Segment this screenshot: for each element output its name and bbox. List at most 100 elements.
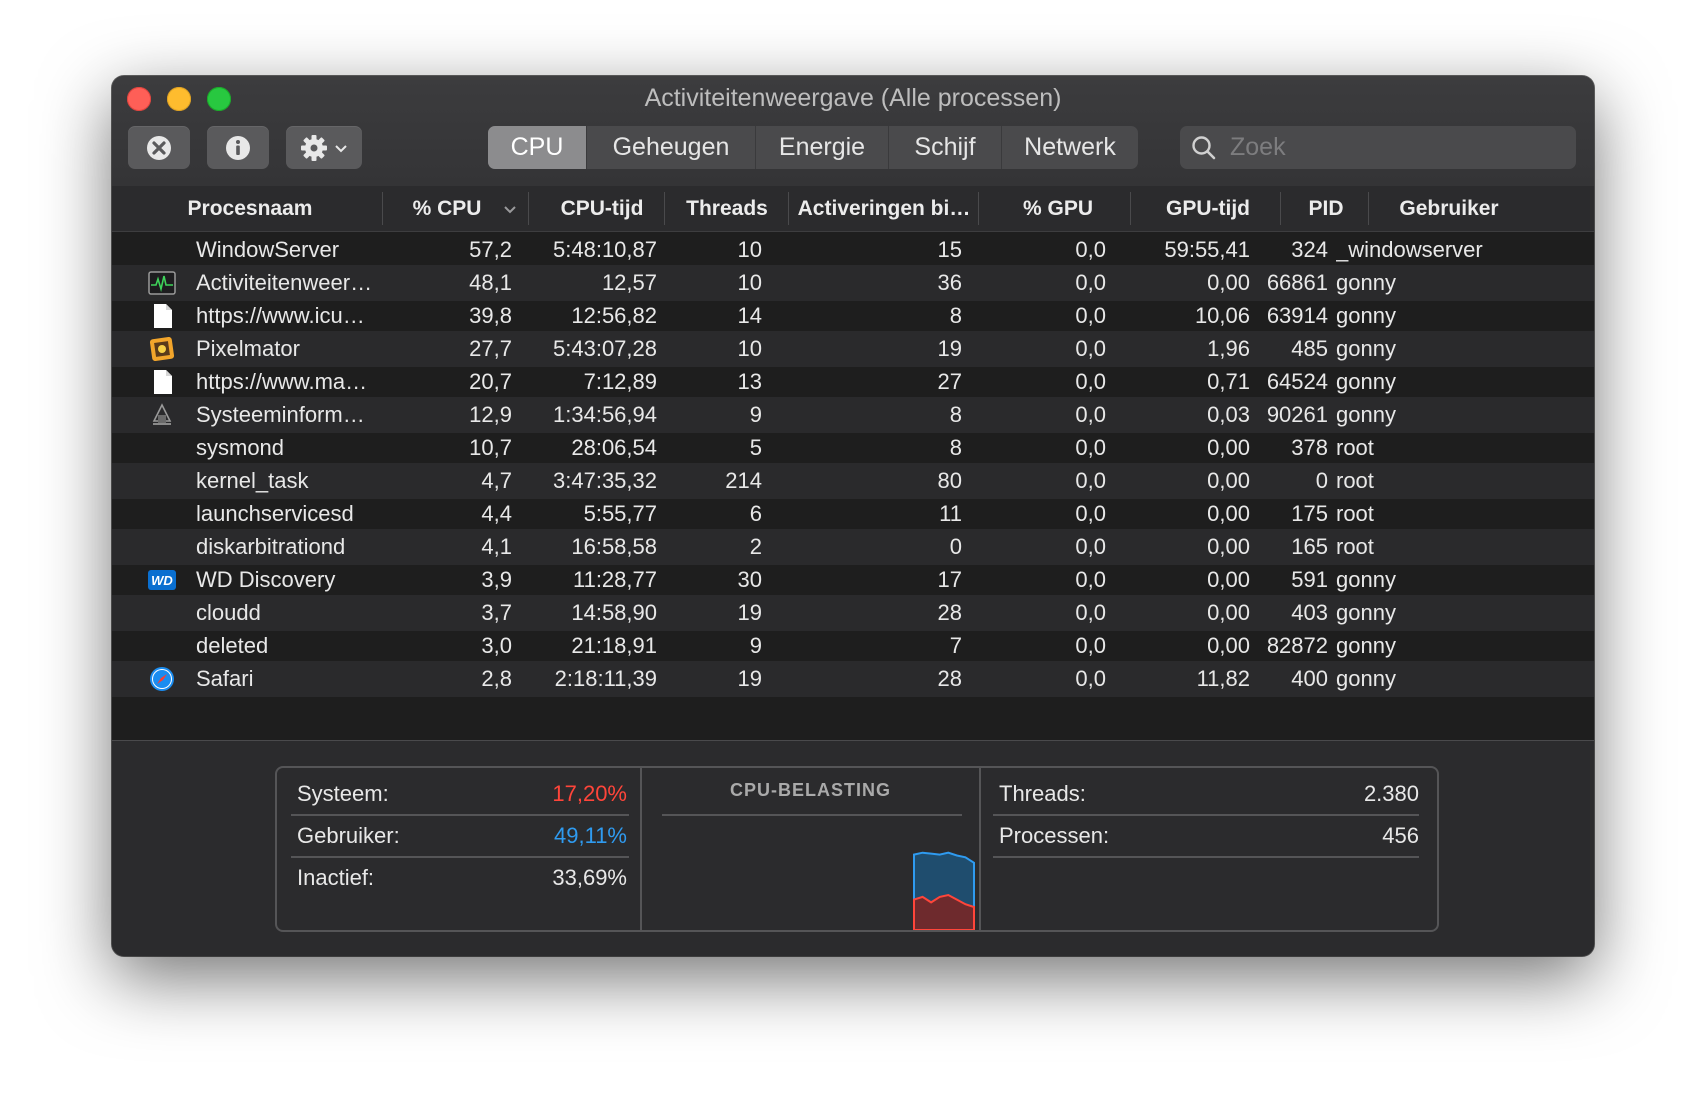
tab-network[interactable]: Netwerk [1002,126,1138,169]
cell-threads: 10 [737,270,762,295]
cell-gpu-time: 10,06 [1194,303,1250,328]
column-threads[interactable]: Threads [672,186,782,231]
column-wakeups[interactable]: Activeringen bi… [788,186,980,231]
cell-user: root [1336,501,1374,526]
cell-process-name: Systeeminform… [196,402,365,427]
table-row[interactable]: Pixelmator 27,7 5:43:07,28 10 19 0,0 1,96 485 go… [112,331,1594,367]
cell-pid: 90261 [1266,402,1328,427]
table-row[interactable]: diskarbitrationd 4,1 16:58,58 2 0 0,0 0,00 165 r… [112,529,1594,565]
cell-user: _windowserver [1336,237,1483,262]
stat-threads-value: 2.380 [1363,781,1419,806]
cell-process-name: diskarbitrationd [196,534,346,559]
activity-monitor-window: Activiteitenweergave (Alle processen) CP… [112,76,1594,956]
actions-menu-button[interactable] [286,126,362,169]
cell-pid: 591 [1291,567,1328,592]
table-row[interactable]: launchservicesd 4,4 5:55,77 6 11 0,0 0,00 175 ro… [112,496,1594,532]
cell-cpu-time: 16:58,58 [571,534,657,559]
cell-threads: 19 [737,600,762,625]
table-row[interactable]: sysmond 10,7 28:06,54 5 8 0,0 0,00 378 root [112,430,1594,466]
stop-process-icon [147,135,171,160]
cell-gpu-time: 1,96 [1207,336,1250,361]
stat-system-value: 17,20% [552,781,627,806]
cell-process-name: Pixelmator [196,336,300,361]
cell-process-name: deleted [196,633,269,658]
cell-threads: 30 [737,567,762,592]
document-icon [154,304,172,328]
cell-pid: 175 [1291,501,1328,526]
search-field[interactable] [1180,126,1576,169]
cell-cpu-percent: 3,0 [481,633,512,658]
column-user[interactable]: Gebruiker [1374,186,1524,231]
stop-process-button[interactable] [128,126,190,169]
tab-disk[interactable]: Schijf [889,126,1002,169]
cell-process-name: WD Discovery [196,567,336,592]
cell-gpu-percent: 0,0 [1075,270,1106,295]
table-row[interactable]: kernel_task 4,7 3:47:35,32 214 80 0,0 0,00 0 roo… [112,463,1594,499]
cell-gpu-percent: 0,0 [1075,336,1106,361]
stat-system-label: Systeem: [297,781,389,806]
window-title: Activiteitenweergave (Alle processen) [644,84,1062,112]
document-icon [154,370,172,394]
cell-process-name: kernel_task [196,468,309,493]
cpu-summary-panel: Systeem: 17,20% Gebruiker: 49,11% Inacti… [275,766,1439,932]
table-row[interactable]: Systeeminform… 12,9 1:34:56,94 9 8 0,0 0,03 902… [112,397,1594,433]
cell-cpu-time: 7:12,89 [583,369,657,394]
cell-threads: 10 [737,336,762,361]
search-icon [1192,135,1216,159]
cell-cpu-percent: 57,2 [469,237,512,262]
tab-memory[interactable]: Geheugen [587,126,756,169]
tab-energy[interactable]: Energie [756,126,889,169]
cell-threads: 5 [749,435,762,460]
cell-pid: 485 [1291,336,1328,361]
cell-cpu-percent: 27,7 [469,336,512,361]
view-tabs: CPU Geheugen Energie Schijf Netwerk [488,126,1138,169]
cell-cpu-time: 3:47:35,32 [553,468,657,493]
cell-process-name: https://www.icu… [196,303,365,328]
table-row[interactable]: Activiteitenweer… 48,1 12,57 10 36 0,0 0,00 668… [112,265,1594,301]
cell-cpu-time: 5:43:07,28 [553,336,657,361]
table-row[interactable]: WD WD Discovery 3,9 11:28,77 30 17 0,0 0,00 591 g… [112,562,1594,598]
column-pid[interactable]: PID [1284,186,1368,231]
stat-idle-label: Inactief: [297,865,375,890]
system-information-icon [152,403,172,425]
tab-cpu[interactable]: CPU [488,126,587,169]
cell-process-name: https://www.ma… [196,369,368,394]
cell-pid: 403 [1291,600,1328,625]
cell-process-name: sysmond [196,435,285,460]
table-row[interactable]: https://www.icu… 39,8 12:56,82 14 8 0,0 10,06 6… [112,298,1594,334]
cell-user: root [1336,534,1374,559]
table-row[interactable]: Safari 2,8 2:18:11,39 19 28 0,0 11,82 400 gonny [112,661,1594,697]
search-input[interactable] [1228,132,1532,163]
chevron-down-icon [335,144,347,152]
table-row[interactable]: cloudd 3,7 14:58,90 19 28 0,0 0,00 403 gonny [112,595,1594,631]
table-row[interactable]: https://www.ma… 20,7 7:12,89 13 27 0,0 0,71 645… [112,364,1594,400]
column-gpu-percent[interactable]: % GPU [998,186,1118,231]
cell-user: root [1336,468,1374,493]
column-gpu-time[interactable]: GPU-tijd [1148,186,1268,231]
cell-cpu-time: 1:34:56,94 [553,402,657,427]
table-row[interactable]: WindowServer 57,2 5:48:10,87 10 15 0,0 59:55,4… [112,232,1594,268]
cell-gpu-time: 0,00 [1207,435,1250,460]
column-process-name[interactable]: Procesnaam [140,186,360,231]
cell-cpu-time: 12,57 [601,270,657,295]
cell-pid: 0 [1315,468,1328,493]
cell-cpu-percent: 3,9 [481,567,512,592]
column-cpu-time[interactable]: CPU-tijd [532,186,672,231]
process-table: WindowServer 57,2 5:48:10,87 10 15 0,0 59:55,4… [112,232,1594,741]
stat-threads-label: Threads: [999,781,1086,806]
inspect-process-button[interactable] [207,126,269,169]
cell-cpu-percent: 4,7 [481,468,512,493]
cell-gpu-time: 0,00 [1207,501,1250,526]
column-cpu-percent[interactable]: % CPU [392,186,502,231]
cell-process-name: launchservicesd [196,501,354,526]
stat-threads: Threads: 2.380 [999,774,1419,814]
cell-threads: 19 [737,666,762,691]
cell-gpu-time: 0,00 [1207,600,1250,625]
cell-user: gonny [1336,633,1396,658]
cell-process-name: cloudd [196,600,261,625]
cell-pid: 66861 [1266,270,1328,295]
table-row[interactable]: deleted 3,0 21:18,91 9 7 0,0 0,00 82872 gonny [112,628,1594,664]
cell-threads: 2 [749,534,762,559]
cell-user: root [1336,435,1374,460]
cell-process-name: WindowServer [196,237,340,262]
